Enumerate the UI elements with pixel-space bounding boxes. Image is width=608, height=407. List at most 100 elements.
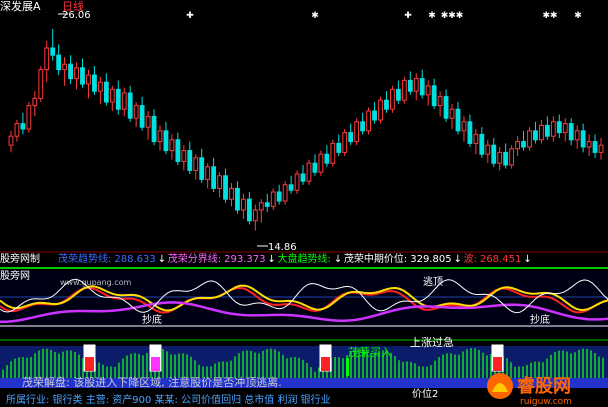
candle-body <box>467 121 473 144</box>
candle-body <box>586 141 592 148</box>
signal-bar <box>254 352 256 378</box>
candle-body <box>378 99 383 121</box>
candle <box>300 165 306 185</box>
signal-bar <box>582 348 584 378</box>
candle <box>330 139 336 167</box>
candle-body <box>533 130 538 141</box>
signal-bar <box>126 355 128 378</box>
annotation-bottom-buy-2: 抄底 <box>530 313 550 326</box>
candle <box>574 125 580 149</box>
signal-bar <box>14 358 16 378</box>
candle-body <box>592 141 598 153</box>
candle-body <box>443 96 449 119</box>
signal-bar <box>42 348 44 378</box>
candle <box>527 127 532 151</box>
candle <box>521 130 526 151</box>
candle-body <box>395 88 401 101</box>
candle <box>586 134 592 156</box>
signal-bar <box>34 353 36 378</box>
signal-bar <box>482 352 484 378</box>
signal-bar <box>54 352 56 378</box>
signal-bar <box>426 366 428 378</box>
candle <box>211 157 217 192</box>
event-mark: ✚ <box>186 11 194 21</box>
candle <box>86 69 91 99</box>
candle <box>395 80 401 104</box>
candle-body <box>258 202 264 211</box>
candle <box>109 85 115 111</box>
signal-bar <box>78 354 80 378</box>
candle-body <box>312 162 318 173</box>
signal-bar <box>6 365 8 378</box>
candle-body <box>449 108 455 119</box>
candle-body <box>366 110 371 132</box>
candle-body <box>264 202 270 207</box>
candle <box>56 44 62 75</box>
event-mark: ✱ <box>428 11 436 21</box>
signal-bar <box>70 350 72 378</box>
candle <box>515 136 520 156</box>
signal-bar <box>454 354 456 378</box>
signal-bar <box>146 352 148 378</box>
candle <box>324 145 330 167</box>
candle <box>443 89 449 122</box>
candle-body <box>556 121 562 134</box>
candle-body <box>431 85 437 107</box>
signal-bar <box>170 354 172 378</box>
candle <box>68 55 73 84</box>
candle-body <box>133 105 139 119</box>
candle-body <box>419 78 425 96</box>
signal-bar <box>486 355 488 378</box>
signal-bar <box>58 353 60 378</box>
signal-bar <box>338 357 340 378</box>
legend-label: 茂荣中期价位: <box>344 252 407 265</box>
candle <box>80 58 85 88</box>
legend-label: 波: <box>464 252 477 265</box>
candle <box>74 62 79 90</box>
annotation-top-escape: 逃顶 <box>423 275 443 288</box>
candle-body <box>354 121 360 143</box>
candle <box>425 80 431 106</box>
candle <box>294 170 300 194</box>
candle <box>103 73 109 106</box>
signal-bar <box>590 350 592 378</box>
signal-bar <box>22 357 24 378</box>
candle <box>318 150 324 176</box>
signal-bar <box>134 353 136 378</box>
candle <box>270 188 276 210</box>
signal-bar <box>446 353 448 378</box>
candle-body <box>26 105 32 130</box>
signal-bar <box>438 357 440 378</box>
legend-label: 茂荣趋势线: <box>58 252 111 265</box>
candle <box>121 87 127 117</box>
signal-bar <box>442 354 444 378</box>
low-price-label: 14.86 <box>268 242 297 253</box>
annotation-price-level-2: 价位2 <box>412 387 438 400</box>
candle-body <box>288 184 294 191</box>
footer-industry: 所属行业: 银行类 主营: 资产900 某某: 公司价值回归 总市值 利润 银行… <box>6 393 331 406</box>
buy-signal-bar <box>346 358 349 376</box>
legend-value: 329.805 <box>410 254 451 265</box>
candle-body <box>401 79 407 101</box>
signal-bar <box>306 362 308 378</box>
candle <box>306 159 312 185</box>
event-mark: ✱ <box>574 11 582 21</box>
candle-body <box>503 151 509 166</box>
logo-text: 睿股网 <box>517 375 571 397</box>
signal-bar <box>286 358 288 378</box>
candle <box>556 114 562 138</box>
candle <box>97 76 103 104</box>
signal-bar <box>174 354 176 378</box>
candle-body <box>437 96 443 107</box>
candle <box>258 199 264 223</box>
candle <box>336 134 342 156</box>
candle-body <box>38 69 44 99</box>
candle-body <box>187 150 193 171</box>
candle <box>151 109 157 146</box>
candle-body <box>276 191 282 202</box>
candle <box>133 102 139 128</box>
annotation-buy-signal: 茂荣买入 <box>348 345 392 359</box>
candle-body <box>181 150 187 162</box>
signal-bar <box>466 349 468 378</box>
signal-bar <box>578 349 580 378</box>
